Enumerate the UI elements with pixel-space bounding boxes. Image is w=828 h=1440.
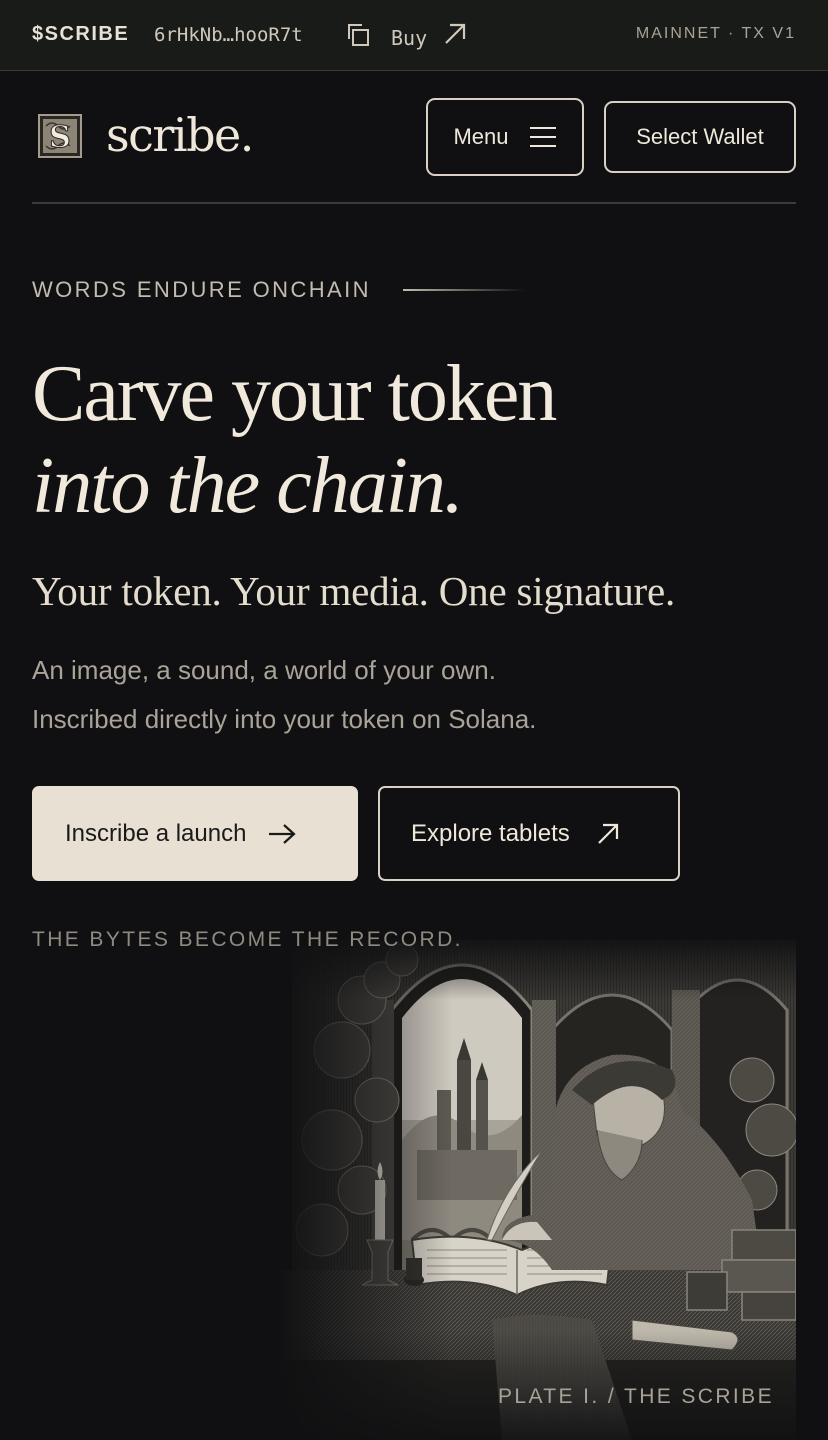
- select-wallet-label: Select Wallet: [636, 124, 764, 149]
- arrow-right-icon: [269, 823, 297, 844]
- headline-line-2: into the chain.: [32, 442, 464, 530]
- hero-headline: Carve your token into the chain.: [32, 348, 557, 532]
- header-divider: [32, 202, 796, 204]
- hero-description: An image, a sound, a world of your own. …: [32, 646, 536, 744]
- buy-link[interactable]: Buy: [391, 26, 427, 50]
- explore-tablets-button[interactable]: Explore tablets: [378, 786, 680, 881]
- record-caption: THE BYTES BECOME THE RECORD.: [32, 928, 463, 951]
- svg-text:S: S: [49, 120, 71, 155]
- menu-button-label: Menu: [453, 124, 509, 149]
- network-label: MAINNET · TX V1: [635, 25, 796, 42]
- description-line-2: Inscribed directly into your token on So…: [32, 704, 537, 734]
- select-wallet-button[interactable]: Select Wallet: [604, 101, 796, 173]
- hero-subhead: Your token. Your media. One signature.: [32, 568, 676, 614]
- scribe-engraving: [32, 940, 796, 1440]
- headline-line-1: Carve your token: [32, 350, 557, 438]
- hamburger-icon: [529, 127, 556, 147]
- token-ticker: $SCRIBE: [32, 23, 130, 45]
- explore-tablets-label: Explore tablets: [411, 819, 570, 847]
- menu-button[interactable]: Menu: [426, 98, 584, 176]
- logo-wordmark[interactable]: scribe.: [106, 108, 254, 162]
- contract-address[interactable]: 6rHkNb…hooR7t: [154, 24, 303, 46]
- copy-icon[interactable]: [345, 22, 371, 48]
- inscribe-launch-button[interactable]: Inscribe a launch: [32, 786, 358, 881]
- logo-icon[interactable]: S: [38, 114, 82, 158]
- arrow-up-right-icon: [597, 823, 618, 844]
- description-line-1: An image, a sound, a world of your own.: [32, 655, 496, 685]
- inscribe-launch-label: Inscribe a launch: [65, 819, 247, 847]
- plate-caption: PLATE I. / THE SCRIBE: [497, 1385, 774, 1408]
- arrow-up-right-icon[interactable]: [442, 21, 468, 47]
- top-ticker-bar: $SCRIBE 6rHkNb…hooR7t Buy MAINNET · TX V…: [0, 0, 828, 71]
- scribe-illustration: [32, 940, 796, 1440]
- eyebrow-rule: [403, 289, 525, 291]
- hero-eyebrow: WORDS ENDURE ONCHAIN: [32, 277, 371, 302]
